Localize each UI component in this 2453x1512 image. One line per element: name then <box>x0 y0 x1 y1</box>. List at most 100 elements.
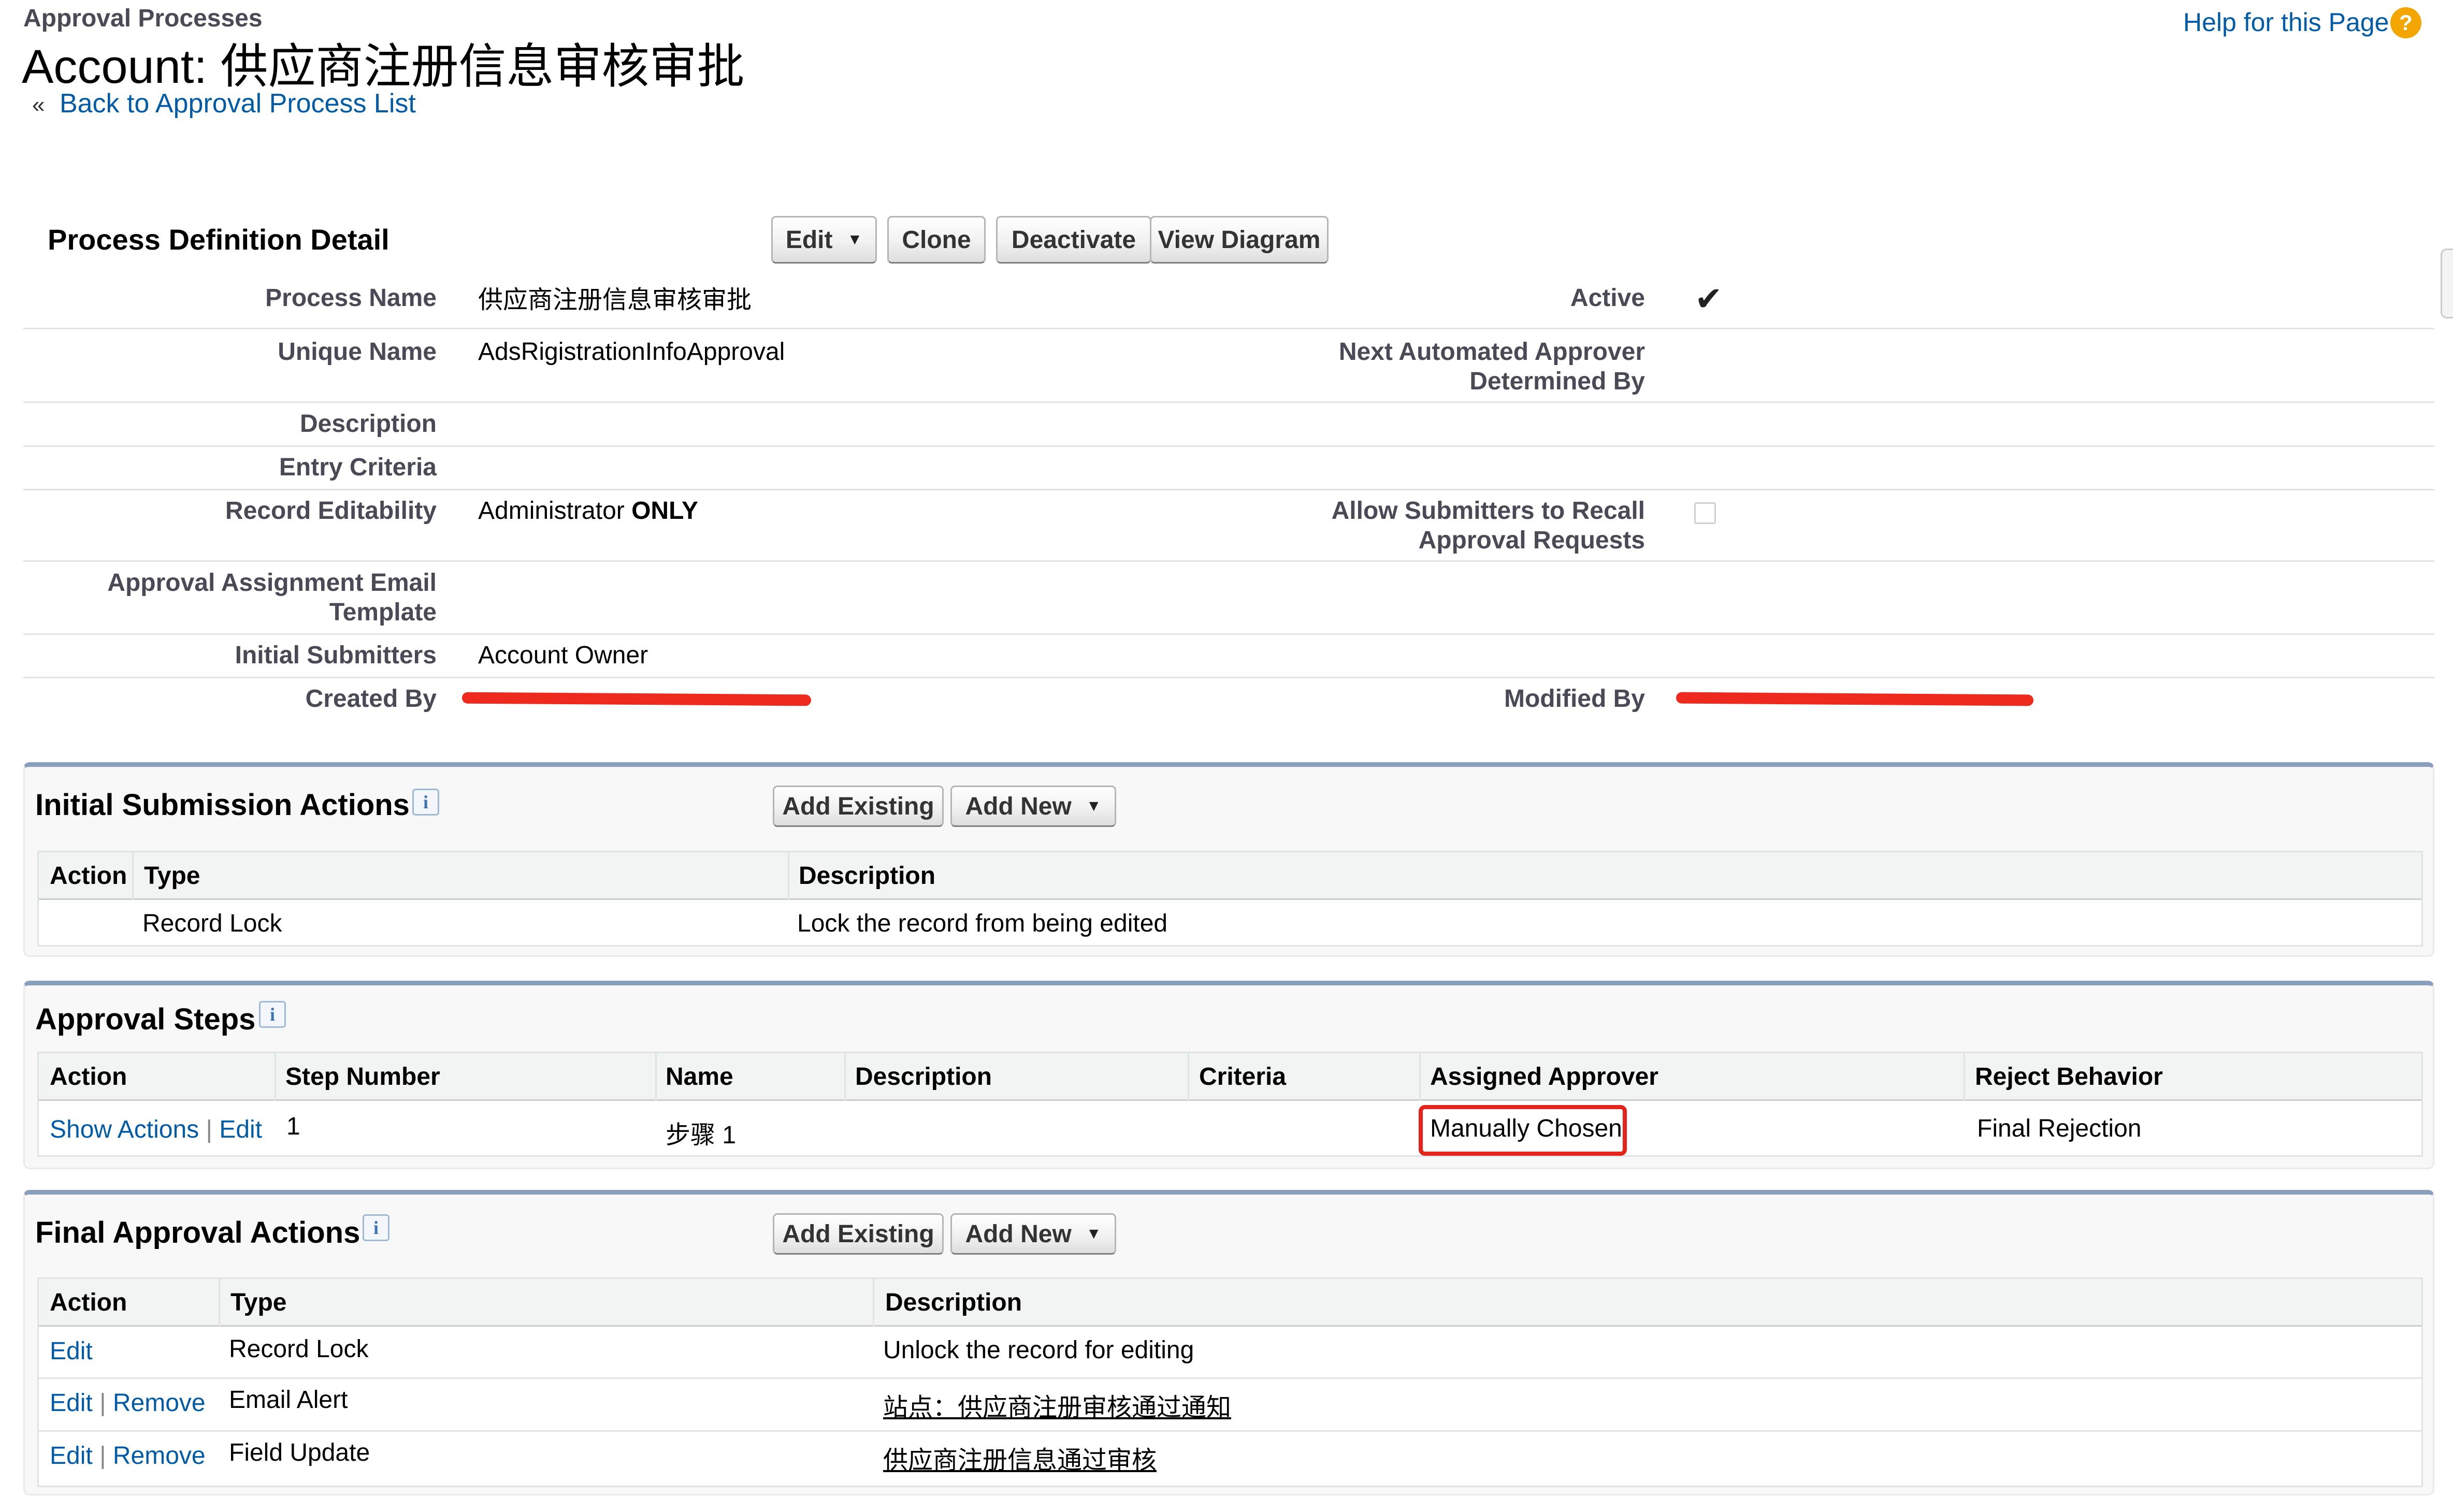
divider <box>23 560 2434 562</box>
double-chevron-left-icon: « <box>32 92 45 118</box>
add-new-dropdown-button[interactable]: Add New ▼ <box>950 786 1116 827</box>
view-diagram-button[interactable]: View Diagram <box>1150 216 1329 264</box>
initial-submission-table: Action Type Description Record Lock Lock… <box>37 851 2423 947</box>
row-type: Email Alert <box>229 1386 348 1414</box>
approval-steps-panel: Approval Steps i Action Step Number Name… <box>23 981 2434 1169</box>
column-divider <box>1188 1053 1189 1101</box>
field-update-link[interactable]: 供应商注册信息通过审核 <box>883 1440 1157 1476</box>
table-row: Edit | Remove <box>50 1389 206 1417</box>
col-action: Action <box>50 862 127 890</box>
active-label: Active <box>1570 284 1645 312</box>
edit-action-link[interactable]: Edit <box>50 1442 93 1470</box>
divider <box>23 401 2434 403</box>
approval-steps-table: Action Step Number Name Description Crit… <box>37 1052 2423 1157</box>
caret-down-icon: ▼ <box>1086 1225 1102 1242</box>
edit-action-link[interactable]: Edit <box>50 1337 93 1365</box>
column-divider <box>788 852 789 900</box>
row-type: Field Update <box>229 1439 370 1466</box>
col-type: Type <box>144 862 200 890</box>
separator: | <box>206 1116 212 1143</box>
caret-down-icon: ▼ <box>847 231 863 248</box>
back-link-row: « Back to Approval Process List <box>32 88 416 119</box>
table-header <box>39 1279 2421 1327</box>
deactivate-button[interactable]: Deactivate <box>996 216 1151 264</box>
description-label: Description <box>299 410 437 438</box>
col-name: Name <box>666 1063 733 1091</box>
show-actions-link[interactable]: Show Actions <box>50 1116 199 1143</box>
column-divider <box>1964 1053 1965 1101</box>
initial-submission-title: Initial Submission Actions <box>35 788 410 822</box>
side-scroll-handle[interactable] <box>2441 249 2453 318</box>
column-divider <box>275 1053 276 1101</box>
help-link[interactable]: Help for this Page <box>2183 7 2389 37</box>
info-icon[interactable]: i <box>412 789 439 816</box>
approval-process-page: Approval Processes Account: 供应商注册信息审核审批 … <box>0 0 2453 1512</box>
edit-step-link[interactable]: Edit <box>219 1116 262 1143</box>
process-name-label: Process Name <box>265 284 437 312</box>
col-criteria: Criteria <box>1199 1063 1287 1091</box>
add-existing-button[interactable]: Add Existing <box>773 786 944 827</box>
initial-submitters-value: Account Owner <box>478 642 648 669</box>
divider <box>23 677 2434 678</box>
info-icon[interactable]: i <box>363 1214 389 1241</box>
divider <box>23 328 2434 329</box>
next-approver-label-line1: Next Automated Approver <box>1338 338 1645 366</box>
unique-name-value: AdsRigistrationInfoApproval <box>478 338 785 366</box>
detail-section-title: Process Definition Detail <box>48 223 389 256</box>
col-reject-behavior: Reject Behavior <box>1975 1063 2163 1091</box>
table-row: Edit | Remove <box>50 1442 206 1470</box>
add-new-dropdown-button[interactable]: Add New ▼ <box>950 1213 1116 1255</box>
email-template-label-line1: Approval Assignment Email <box>107 569 437 597</box>
clone-button[interactable]: Clone <box>887 216 986 264</box>
column-divider <box>132 852 134 900</box>
divider <box>23 445 2434 447</box>
email-template-label: Approval Assignment Email Template <box>107 568 437 627</box>
separator: | <box>99 1442 106 1470</box>
created-by-label: Created By <box>305 685 437 713</box>
back-to-list-link[interactable]: Back to Approval Process List <box>60 89 416 119</box>
allow-recall-checkbox <box>1694 502 1716 524</box>
row-description: Unlock the record for editing <box>883 1336 1194 1364</box>
info-icon[interactable]: i <box>259 1001 286 1028</box>
add-new-label: Add New <box>965 1220 1072 1248</box>
email-alert-link[interactable]: 站点：供应商注册审核通过通知 <box>883 1387 1231 1423</box>
record-editability-label: Record Editability <box>225 497 437 525</box>
column-divider <box>1419 1053 1421 1101</box>
separator: | <box>99 1389 106 1417</box>
help-icon[interactable]: ? <box>2390 7 2421 38</box>
table-header <box>39 852 2421 900</box>
initial-submitters-label: Initial Submitters <box>235 642 437 669</box>
add-existing-button[interactable]: Add Existing <box>773 1213 944 1255</box>
col-action: Action <box>50 1289 127 1316</box>
row-description: Lock the record from being edited <box>797 910 1168 937</box>
row-type: Record Lock <box>142 910 282 937</box>
edit-action-link[interactable]: Edit <box>50 1389 93 1417</box>
modified-by-label: Modified By <box>1504 685 1645 713</box>
col-assigned-approver: Assigned Approver <box>1430 1063 1658 1091</box>
divider <box>39 1377 2421 1379</box>
row-name: 步骤 1 <box>666 1122 737 1149</box>
caret-down-icon: ▼ <box>1086 797 1102 815</box>
allow-recall-label-line1: Allow Submitters to Recall <box>1331 497 1645 525</box>
add-new-label: Add New <box>965 792 1072 820</box>
col-description: Description <box>885 1289 1022 1316</box>
remove-action-link[interactable]: Remove <box>113 1442 206 1470</box>
page-title: Account: 供应商注册信息审核审批 <box>22 40 745 93</box>
col-type: Type <box>230 1289 287 1316</box>
divider <box>23 633 2434 635</box>
column-divider <box>873 1279 874 1327</box>
approver-highlight-box <box>1419 1105 1627 1156</box>
unique-name-label: Unique Name <box>278 338 437 366</box>
process-name-value: 供应商注册信息审核审批 <box>478 286 752 314</box>
record-editability-value: Administrator ONLY <box>478 496 698 526</box>
remove-action-link[interactable]: Remove <box>113 1389 206 1417</box>
col-description: Description <box>799 862 936 890</box>
modified-by-redaction <box>1676 692 2034 706</box>
next-approver-label: Next Automated Approver Determined By <box>1339 337 1645 396</box>
final-approval-title: Final Approval Actions <box>35 1216 360 1249</box>
edit-button-label: Edit <box>785 226 833 254</box>
initial-submission-panel: Initial Submission Actions i Add Existin… <box>23 762 2434 957</box>
column-divider <box>655 1053 657 1101</box>
edit-dropdown-button[interactable]: Edit ▼ <box>771 216 877 264</box>
final-approval-panel: Final Approval Actions i Add Existing Ad… <box>23 1190 2434 1495</box>
